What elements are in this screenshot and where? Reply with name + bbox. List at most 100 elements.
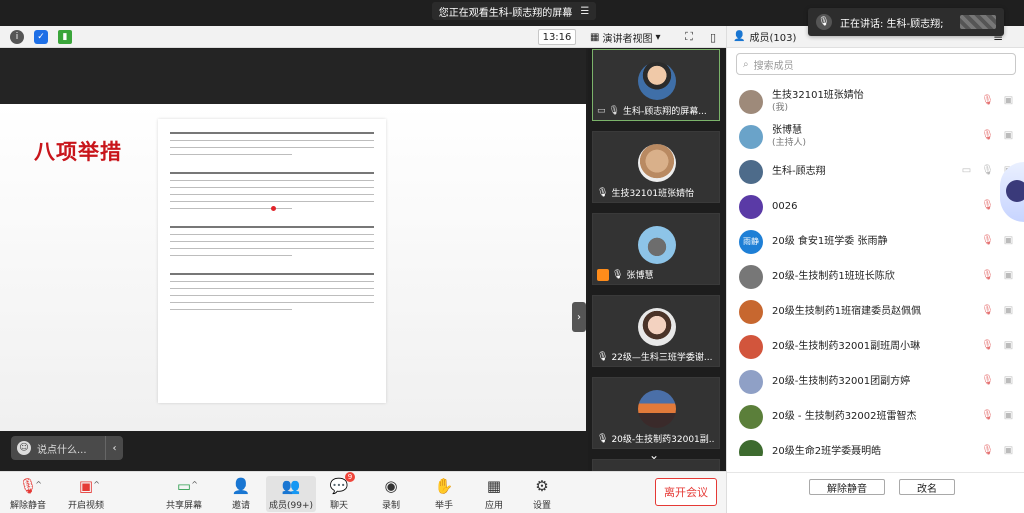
mic-off-icon[interactable]: 🎙 (981, 94, 994, 107)
doc-line (170, 241, 374, 242)
video-off-icon[interactable]: ▣ (1002, 234, 1015, 247)
chevron-left-icon[interactable]: ‹ (105, 436, 123, 460)
video-off-icon[interactable]: ▣ (1002, 129, 1015, 142)
unmute-button[interactable]: 🎙 ^ 解除静音 (3, 476, 53, 512)
member-name: 20级-生技制药32001团副方婷 (772, 376, 911, 387)
fullscreen-icon[interactable]: ⛶ (682, 30, 696, 44)
list-item[interactable]: 20级-生技制药32001团副方婷 🎙 ▣ (727, 364, 1024, 399)
video-off-icon[interactable]: ▣ (1002, 409, 1015, 422)
shared-screen: 八项举措 ☺ 说点什么... ‹ › (0, 49, 586, 460)
share-screen-icon: ▭ ^ (176, 477, 198, 495)
member-name: 20级 - 生技制药32002班雷智杰 (772, 411, 917, 422)
mic-icon[interactable]: 🎙 (981, 164, 994, 177)
shield-icon[interactable]: ✓ (34, 30, 48, 44)
list-item[interactable]: 20级-生技制药1班班长陈欣 🎙 ▣ (727, 259, 1024, 294)
doc-line (170, 201, 374, 202)
share-screen-button[interactable]: ▭ ^ 共享屏幕 (159, 476, 209, 512)
doc-line (170, 309, 293, 310)
video-tile[interactable]: ▭ 🎙 生科-顾志翔的屏幕... (592, 49, 720, 121)
document-page (158, 119, 386, 403)
search-input[interactable]: ⌕ 搜索成员 (736, 53, 1016, 75)
member-name: 20级生技制药1班宿建委员赵佩佩 (772, 306, 922, 317)
record-button[interactable]: ◉ 录制 (366, 476, 416, 512)
stage-header (0, 49, 586, 104)
members-label: 成员(99+) (268, 501, 314, 511)
info-icon[interactable]: i (10, 30, 24, 44)
chat-button[interactable]: 💬 9 聊天 (314, 472, 364, 512)
members-panel-footer: 解除静音 改名 (727, 472, 1024, 513)
list-item[interactable]: 雨静 20级 食安1班学委 张雨静 🎙 ▣ (727, 224, 1024, 259)
video-tile[interactable]: 🎙 生技32101班张婧怡 (592, 131, 720, 203)
video-strip[interactable]: ▭ 🎙 生科-顾志翔的屏幕... 🎙 生技32101班张婧怡 🎙 张博慧 🎙 22级—生科… (588, 49, 726, 471)
tile-name: 22级—生科三班学委谢... (611, 353, 713, 363)
mic-off-icon[interactable]: 🎙 (981, 339, 994, 352)
video-off-icon[interactable]: ▣ (1002, 339, 1015, 352)
members-count: 成员(103) (749, 33, 797, 44)
chevron-down-icon[interactable]: ⌄ (642, 446, 666, 464)
video-off-icon[interactable]: ▣ (1002, 94, 1015, 107)
add-user-icon: 👤 (231, 477, 251, 495)
unmute-all-button[interactable]: 解除静音 (809, 479, 885, 495)
apps-button[interactable]: ▦ 应用 (469, 476, 519, 512)
video-tile[interactable]: 🎙 22级—生科三班学委谢... (592, 295, 720, 367)
doc-line (170, 154, 293, 155)
mic-off-icon[interactable]: 🎙 (981, 129, 994, 142)
mic-off-icon[interactable]: 🎙 (981, 234, 994, 247)
comment-input[interactable]: ☺ 说点什么... ‹ (11, 436, 123, 460)
rename-button[interactable]: 改名 (899, 479, 955, 495)
view-mode-dropdown[interactable]: ▦ 演讲者视图 ▾ (590, 29, 660, 45)
mic-off-icon[interactable]: 🎙 (981, 374, 994, 387)
hand-icon: ✋ (434, 477, 454, 495)
list-item[interactable]: 20级生技制药1班宿建委员赵佩佩 🎙 ▣ (727, 294, 1024, 329)
doc-line (170, 302, 374, 303)
mic-off-icon[interactable]: 🎙 (981, 304, 994, 317)
video-off-icon[interactable]: ▣ (1002, 269, 1015, 282)
list-item[interactable]: 生技32101班张婧怡 (我) 🎙 ▣ (727, 84, 1024, 119)
chevron-up-icon[interactable]: ^ (191, 480, 198, 489)
menu-icon[interactable]: ☰ (580, 6, 589, 17)
list-item[interactable]: 20级生命2班学委聂明皓 🎙 ▣ (727, 434, 1024, 456)
mic-icon: 🎙 (816, 14, 832, 30)
collapse-strip-handle[interactable]: › (572, 302, 586, 332)
members-icon: 👥 (281, 477, 301, 495)
video-off-icon[interactable]: ▣ (1002, 444, 1015, 456)
comment-placeholder: 说点什么... (37, 444, 87, 456)
sidebar-toggle-icon[interactable]: ▯ (706, 30, 720, 44)
mic-off-icon[interactable]: 🎙 (981, 409, 994, 422)
video-off-icon[interactable]: ▣ (1002, 304, 1015, 317)
list-item[interactable]: 20级 - 生技制药32002班雷智杰 🎙 ▣ (727, 399, 1024, 434)
chevron-up-icon[interactable]: ^ (93, 480, 100, 489)
banner-text: 您正在观看生科-顾志翔的屏幕 (438, 7, 573, 19)
settings-button[interactable]: ⚙ 设置 (517, 476, 567, 512)
speaking-text: 正在讲话: 生科-顾志翔; (840, 18, 944, 30)
gear-icon: ⚙ (535, 477, 549, 495)
video-off-icon[interactable]: ▣ (1002, 374, 1015, 387)
list-item[interactable]: 生科-顾志翔 ▭🎙▣ (727, 154, 1024, 189)
tile-name: 20级-生技制药32001副... (611, 435, 715, 445)
raise-hand-button[interactable]: ✋ 举手 (419, 476, 469, 512)
video-tile[interactable]: 🎙 20级-生技制药32001副... (592, 377, 720, 449)
list-item[interactable]: 0026 🎙▣ (727, 189, 1024, 224)
mic-off-icon: 🎙 (597, 187, 609, 198)
list-item[interactable]: 20级-生技制药32001副班周小琳 🎙 ▣ (727, 329, 1024, 364)
mic-off-icon[interactable]: 🎙 (981, 269, 994, 282)
chat-label: 聊天 (329, 501, 348, 511)
emoji-icon[interactable]: ☺ (17, 441, 31, 455)
list-item[interactable]: 张博慧 (主持人) 🎙 ▣ (727, 119, 1024, 154)
chevron-up-icon[interactable]: ^ (35, 480, 42, 489)
start-video-button[interactable]: ▣ ^ 开启视频 (61, 476, 111, 512)
screen-share-banner: 您正在观看生科-顾志翔的屏幕 ☰ (432, 2, 596, 20)
doc-line (170, 180, 374, 181)
doc-line (170, 147, 374, 148)
signal-icon[interactable]: ▮ (58, 30, 72, 44)
members-list[interactable]: 生技32101班张婧怡(我) 🎙 ▣ 张博慧(主持人) 🎙 ▣ 生科-顾志翔 ▭ 🎙 ▣… (727, 84, 1024, 456)
members-button[interactable]: 👥 成员(99+) (266, 476, 316, 512)
leave-meeting-button[interactable]: 离开会议 (655, 478, 717, 506)
invite-button[interactable]: 👤 邀请 (216, 476, 266, 512)
member-name: 20级-生技制药32001副班周小琳 (772, 341, 921, 352)
mic-off-icon: 🎙 (597, 433, 609, 444)
tile-name: 张博慧 (626, 271, 654, 281)
video-tile[interactable]: 🎙 张博慧 (592, 213, 720, 285)
mic-off-icon[interactable]: 🎙 (981, 444, 994, 456)
mic-off-icon[interactable]: 🎙 (981, 199, 994, 212)
